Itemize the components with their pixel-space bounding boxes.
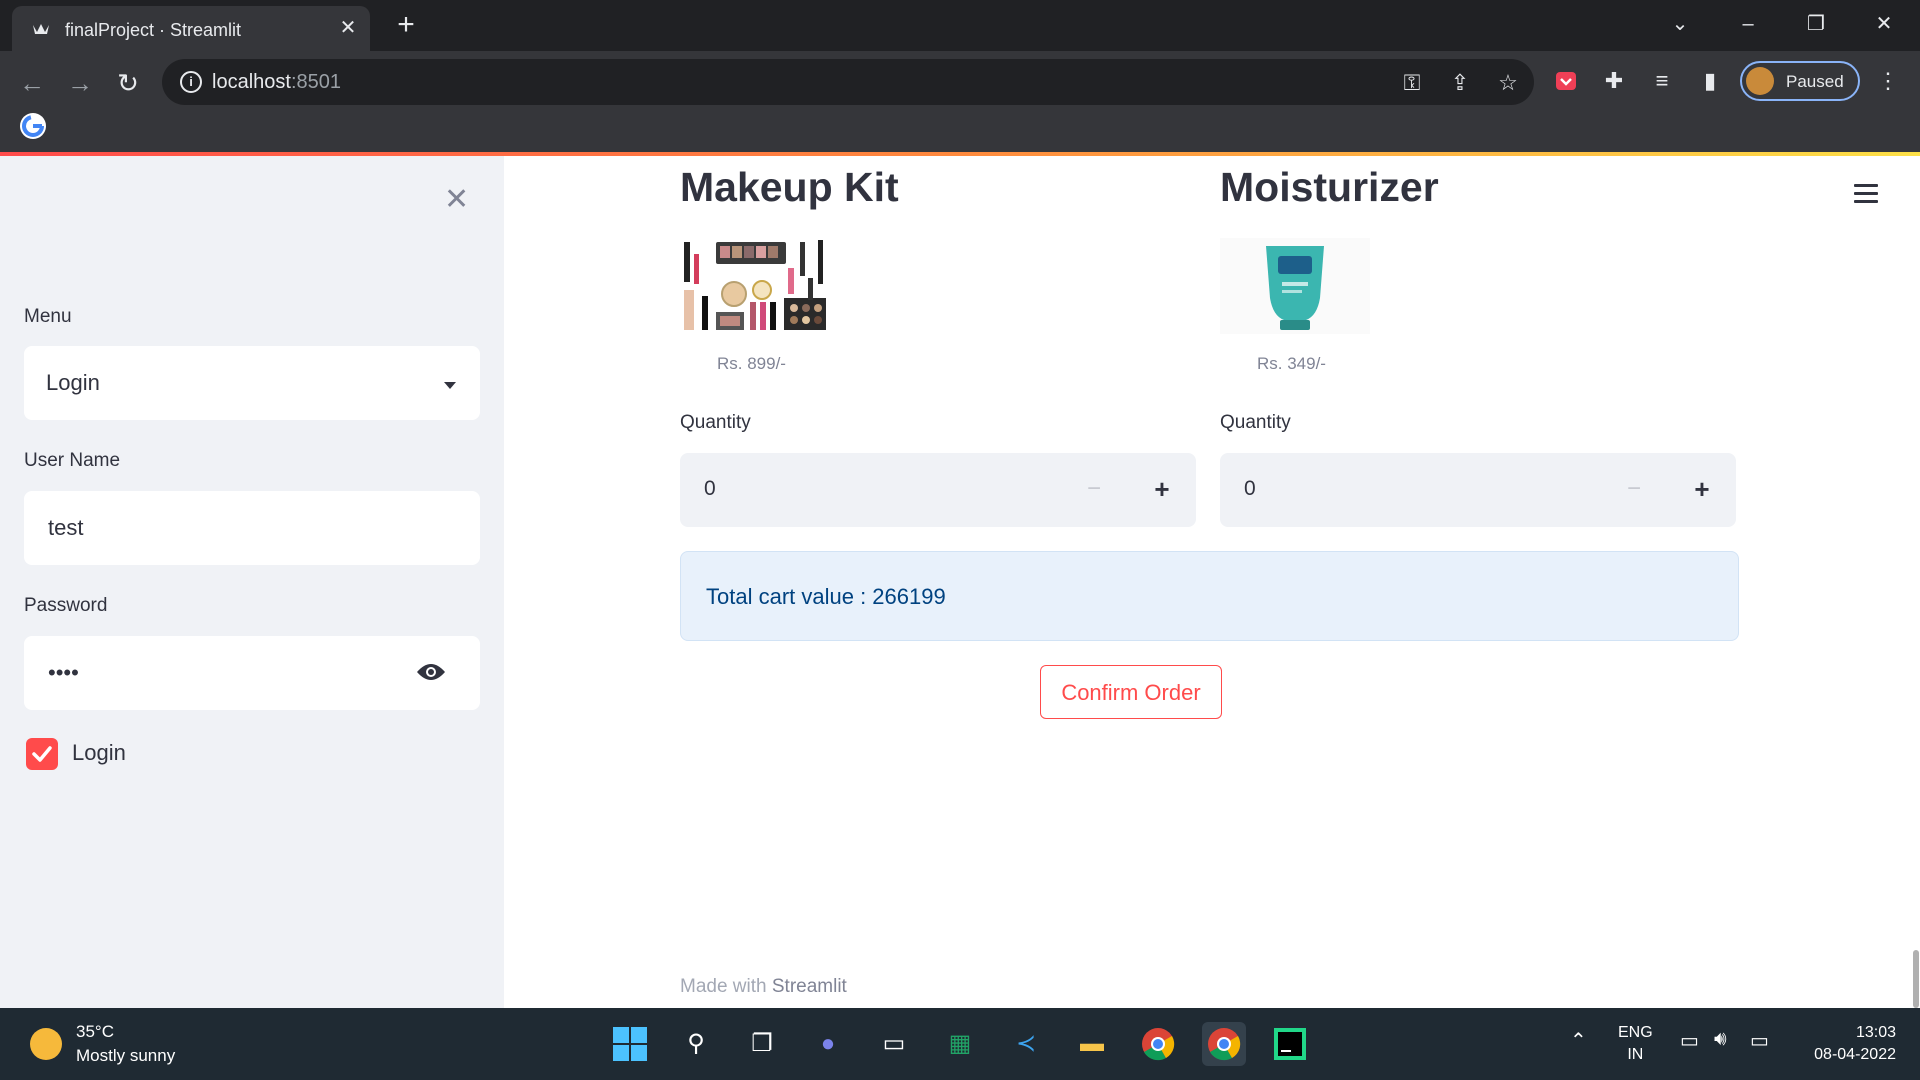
main-content: Makeup Kit Rs. 899/- Quantity 0 − + Mois…: [504, 156, 1920, 1008]
terminal-icon[interactable]: ▭: [872, 1022, 916, 1066]
teams-chat-icon[interactable]: ●: [806, 1022, 850, 1066]
confirm-order-button[interactable]: Confirm Order: [1040, 665, 1222, 719]
region-code: IN: [1627, 1046, 1644, 1063]
system-clock[interactable]: 13:03 08-04-2022: [1796, 1022, 1896, 1066]
product-price: Rs. 349/-: [1257, 354, 1326, 373]
language-code: ENG: [1618, 1024, 1653, 1041]
media-queue-icon[interactable]: ≡: [1646, 65, 1678, 97]
moisturizer-image: [1220, 238, 1370, 334]
restore-button[interactable]: ❐: [1796, 8, 1836, 40]
network-icon[interactable]: ▭: [1680, 1028, 1699, 1053]
hamburger-menu-icon[interactable]: [1854, 184, 1878, 204]
pocket-extension-icon[interactable]: [1550, 65, 1582, 97]
quantity-value[interactable]: 0: [704, 477, 716, 501]
task-view-icon[interactable]: ❐: [740, 1022, 784, 1066]
windows-start-icon[interactable]: [608, 1022, 652, 1066]
pycharm-icon[interactable]: [1268, 1022, 1312, 1066]
side-panel-icon[interactable]: ▮: [1694, 65, 1726, 97]
product-title: Makeup Kit: [680, 164, 899, 210]
check-icon: [32, 746, 52, 762]
sidebar-close-icon[interactable]: ✕: [444, 182, 469, 217]
quantity-stepper[interactable]: 0 − +: [1220, 453, 1736, 527]
chrome-menu-icon[interactable]: ⋮: [1872, 65, 1904, 97]
search-icon[interactable]: ⚲: [674, 1022, 718, 1066]
url-text[interactable]: localhost:8501: [212, 71, 341, 94]
menu-select[interactable]: Login: [24, 346, 480, 420]
login-checkbox[interactable]: [26, 738, 58, 770]
browser-tab-bar: finalProject · Streamlit ✕ + ⌄ – ❐ ✕: [0, 0, 1920, 51]
footer-prefix: Made with: [680, 976, 772, 997]
footer: Made with Streamlit: [680, 976, 847, 998]
scrollbar[interactable]: [1913, 950, 1919, 1008]
caret-down-icon: [444, 382, 456, 389]
profile-button[interactable]: Paused: [1740, 61, 1860, 101]
avatar: [1746, 67, 1774, 95]
minimize-button[interactable]: –: [1728, 8, 1768, 40]
quantity-value[interactable]: 0: [1244, 477, 1256, 501]
profile-status: Paused: [1786, 72, 1844, 91]
product-price: Rs. 899/-: [717, 354, 786, 373]
url-host: localhost: [212, 71, 291, 93]
tab-close-icon[interactable]: ✕: [336, 16, 360, 40]
password-input[interactable]: ••••: [24, 636, 480, 710]
browser-toolbar: ← → ↻ i localhost:8501 ⚿ ⇪ ☆ ✚ ≡ ▮ Pause…: [0, 51, 1920, 155]
show-hidden-icons-chevron-icon[interactable]: ⌃: [1570, 1028, 1587, 1053]
quantity-label: Quantity: [1220, 412, 1291, 433]
forward-arrow-icon[interactable]: →: [62, 65, 98, 101]
share-icon[interactable]: ⇪: [1446, 69, 1474, 97]
windows-taskbar: 35°C Mostly sunny ⚲ ❐ ● ▭ ▦ ≺ ▬ ⌃ ENG IN…: [0, 1008, 1920, 1080]
back-arrow-icon[interactable]: ←: [14, 65, 50, 101]
username-value: test: [48, 515, 84, 540]
tab-title: finalProject · Streamlit: [65, 20, 242, 40]
site-info-icon[interactable]: i: [180, 71, 202, 93]
file-explorer-icon[interactable]: ▬: [1070, 1022, 1114, 1066]
cart-total-alert: Total cart value : 266199: [680, 551, 1739, 641]
volume-icon[interactable]: 🔊︎: [1714, 1028, 1727, 1051]
new-tab-button[interactable]: +: [390, 10, 422, 42]
makeup-kit-image: [680, 238, 830, 334]
battery-icon[interactable]: ▭: [1750, 1028, 1769, 1053]
password-label: Password: [24, 595, 108, 616]
minus-icon[interactable]: −: [1616, 471, 1652, 507]
clock-date: 08-04-2022: [1814, 1046, 1896, 1063]
menu-label: Menu: [24, 306, 72, 327]
weather-sun-icon[interactable]: [30, 1028, 62, 1060]
quantity-label: Quantity: [680, 412, 751, 433]
reload-icon[interactable]: ↻: [110, 65, 146, 101]
password-value: ••••: [48, 660, 79, 685]
weather-description[interactable]: Mostly sunny: [76, 1046, 175, 1066]
show-password-eye-icon[interactable]: [416, 662, 446, 682]
excel-icon[interactable]: ▦: [938, 1022, 982, 1066]
chrome-active-icon[interactable]: [1202, 1022, 1246, 1066]
address-bar[interactable]: i localhost:8501 ⚿ ⇪ ☆: [162, 59, 1534, 105]
plus-icon[interactable]: +: [1144, 471, 1180, 507]
tab-search-chevron-icon[interactable]: ⌄: [1660, 8, 1700, 40]
username-input[interactable]: test: [24, 491, 480, 565]
key-icon[interactable]: ⚿: [1398, 69, 1426, 97]
cart-total-text: Total cart value : 266199: [706, 584, 946, 609]
google-bookmark-icon[interactable]: [20, 113, 46, 139]
quantity-stepper[interactable]: 0 − +: [680, 453, 1196, 527]
footer-streamlit-link[interactable]: Streamlit: [772, 976, 847, 997]
streamlit-crown-icon: [32, 20, 50, 38]
sidebar: ✕ Menu Login User Name test Password •••…: [0, 156, 504, 1008]
clock-time: 13:03: [1855, 1024, 1896, 1041]
menu-select-value: Login: [46, 370, 100, 395]
product-title: Moisturizer: [1220, 164, 1439, 210]
weather-temperature[interactable]: 35°C: [76, 1022, 114, 1042]
url-port: :8501: [290, 71, 341, 93]
login-checkbox-label[interactable]: Login: [72, 740, 126, 766]
close-window-button[interactable]: ✕: [1864, 8, 1904, 40]
minus-icon[interactable]: −: [1076, 471, 1112, 507]
extensions-puzzle-icon[interactable]: ✚: [1598, 65, 1630, 97]
browser-tab[interactable]: finalProject · Streamlit ✕: [12, 6, 370, 51]
language-indicator[interactable]: ENG IN: [1618, 1022, 1653, 1066]
username-label: User Name: [24, 450, 121, 471]
plus-icon[interactable]: +: [1684, 471, 1720, 507]
chrome-icon[interactable]: [1136, 1022, 1180, 1066]
bookmark-star-icon[interactable]: ☆: [1494, 69, 1522, 97]
vscode-icon[interactable]: ≺: [1004, 1022, 1048, 1066]
